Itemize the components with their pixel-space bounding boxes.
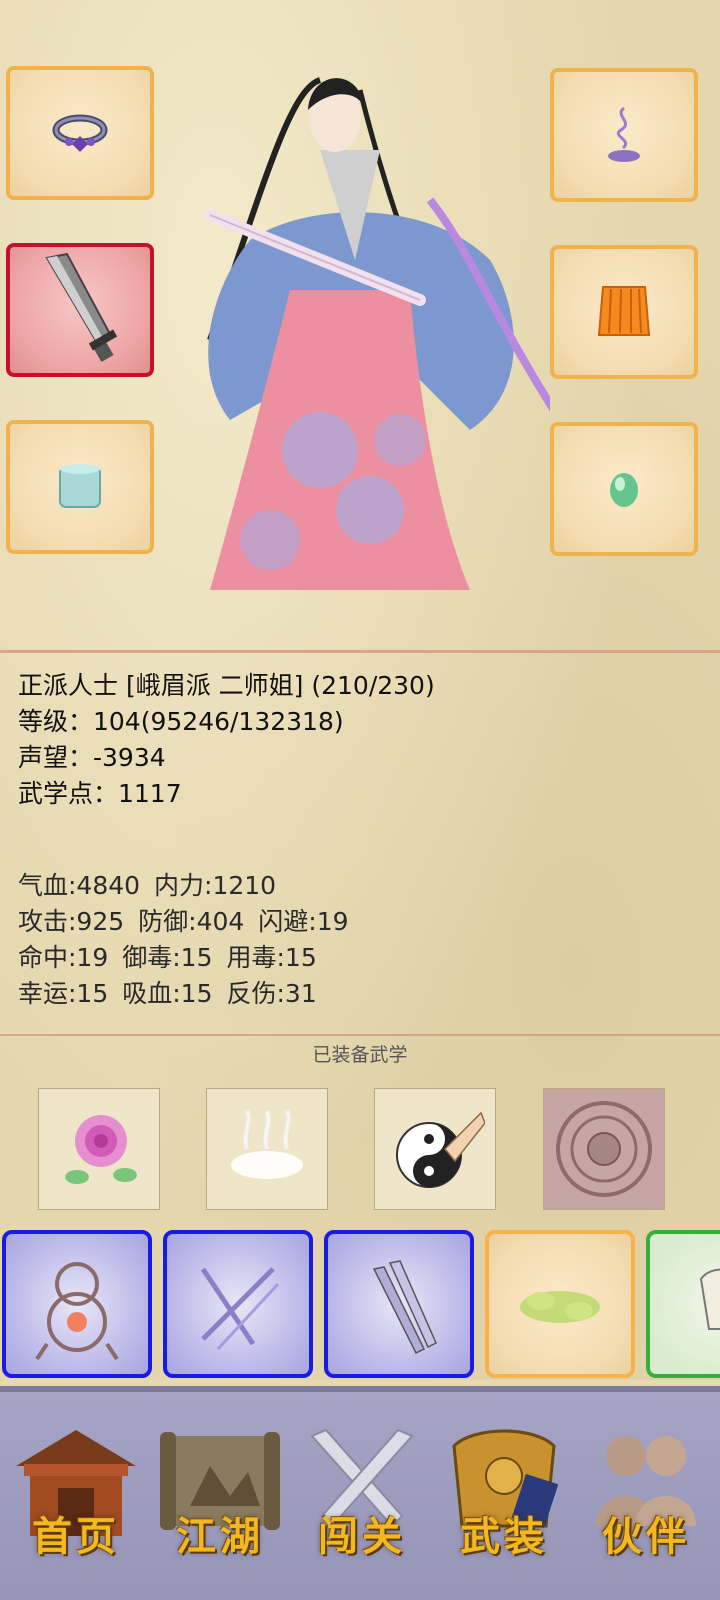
nav-challenge-label: 闯关 <box>318 1513 406 1560</box>
green-herb-icon <box>520 1291 600 1323</box>
skill-card-gourd[interactable] <box>2 1230 152 1378</box>
fist-icon <box>699 1268 720 1330</box>
skill-card-herb[interactable] <box>485 1230 635 1378</box>
nav-equipment-label: 武装 <box>460 1513 548 1560</box>
nav-home-label: 首页 <box>32 1513 120 1560</box>
bottom-navigation: 首页 江湖 闯关 武装 伙伴 <box>0 1386 720 1600</box>
nav-equipment[interactable]: 武装 <box>434 1416 574 1586</box>
reputation-text: 声望：-3934 <box>18 743 166 772</box>
skill-card-tray[interactable] <box>0 1226 720 1380</box>
skill-card-fist[interactable] <box>646 1230 720 1378</box>
stat-hp: 气血:4840 <box>18 871 141 900</box>
stat-poison-use: 用毒:15 <box>226 943 317 972</box>
mist-icon <box>231 1110 303 1179</box>
equip-slot-weapon[interactable] <box>6 243 154 377</box>
seal-disc-icon <box>556 1101 652 1197</box>
equip-slot-accessory[interactable] <box>550 68 698 202</box>
level-text: 等级：104(95246/132318) <box>18 707 344 736</box>
faction-title: 正派人士 [峨眉派 二师姐] (210/230) <box>18 671 435 700</box>
martial-art-seal[interactable] <box>543 1088 665 1210</box>
equip-slot-armor[interactable] <box>550 245 698 379</box>
incense-icon <box>608 106 640 162</box>
equipped-martial-arts-label: 已装备武学 <box>312 1044 408 1066</box>
broadsword-icon <box>45 252 118 363</box>
stat-reflect: 反伤:31 <box>226 979 317 1008</box>
equip-slot-ring[interactable] <box>6 66 154 200</box>
stat-attack: 攻击:925 <box>18 907 125 936</box>
character-portrait <box>204 77 550 590</box>
flying-blades-icon <box>372 1260 437 1355</box>
nav-jianghu-label: 江湖 <box>176 1513 264 1560</box>
stat-hit: 命中:19 <box>18 943 109 972</box>
stat-poison-resist: 御毒:15 <box>122 943 213 972</box>
character-stats: 气血:4840 内力:1210 攻击:925 防御:404 闪避:19 命中:19 御毒… <box>18 868 349 1012</box>
character-info: 正派人士 [峨眉派 二师姐] (210/230) 等级：104(95246/13… <box>18 668 435 812</box>
yin-yang-icon <box>396 1111 485 1188</box>
equip-slot-gem[interactable] <box>550 422 698 556</box>
gourd-cauldron-icon <box>35 1262 119 1361</box>
divider-middle <box>0 1034 720 1036</box>
nav-jianghu[interactable]: 江湖 <box>150 1416 290 1586</box>
nav-partner[interactable]: 伙伴 <box>576 1416 716 1586</box>
equip-slot-bracer[interactable] <box>6 420 154 554</box>
nav-challenge[interactable]: 闯关 <box>292 1416 432 1586</box>
nav-home[interactable]: 首页 <box>6 1416 146 1586</box>
martial-art-rose[interactable] <box>38 1088 160 1210</box>
nav-partner-label: 伙伴 <box>602 1513 690 1560</box>
stat-internal: 内力:1210 <box>154 871 277 900</box>
ring-icon <box>52 114 108 152</box>
bracer-icon <box>59 464 101 508</box>
jade-gem-icon <box>610 473 638 507</box>
stat-lifesteal: 吸血:15 <box>122 979 213 1008</box>
stat-dodge: 闪避:19 <box>258 907 349 936</box>
divider-top <box>0 650 720 653</box>
crossed-needles-icon <box>200 1267 280 1351</box>
skill-card-blades[interactable] <box>324 1230 474 1378</box>
stat-luck: 幸运:15 <box>18 979 109 1008</box>
martial-art-taiji[interactable] <box>374 1088 496 1210</box>
martial-art-mist[interactable] <box>206 1088 328 1210</box>
rose-icon <box>65 1115 137 1184</box>
martial-points-text: 武学点：1117 <box>18 779 182 808</box>
stat-defense: 防御:404 <box>138 907 245 936</box>
skill-card-needles[interactable] <box>163 1230 313 1378</box>
armor-icon <box>597 286 651 336</box>
